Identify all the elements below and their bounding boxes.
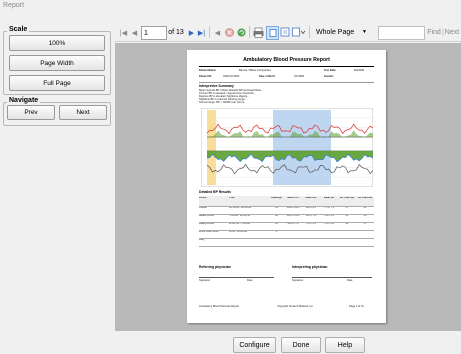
results-cell: 61	[345, 215, 349, 217]
find-input[interactable]	[378, 26, 425, 40]
test-date-value: 8/3/2008	[354, 69, 365, 72]
last-page-icon[interactable]: ▶|	[197, 27, 206, 38]
find-link[interactable]: Find	[427, 27, 441, 38]
sleep-region	[273, 110, 331, 185]
page-footer-copyright: Copyright Suntech Medical, Inc.	[277, 305, 314, 308]
zoom-select[interactable]: Whole Page ▼	[313, 25, 370, 39]
full-page-button[interactable]: Full Page	[9, 75, 105, 91]
results-header-cell: Mean SYS	[287, 197, 299, 199]
results-cell: Overall	[199, 207, 207, 209]
results-cell: 42	[275, 215, 278, 217]
results-cell: 4	[275, 231, 278, 233]
page-count-label: of 13	[168, 29, 184, 36]
results-cell: 71.0 / 5.8	[324, 223, 334, 225]
results-cell: 84.1 / 7.6	[306, 215, 316, 217]
results-cell: 12	[275, 223, 278, 225]
results-header-cell: BP Load Sys	[339, 197, 355, 199]
dob-label: Date of Birth:	[259, 75, 276, 78]
results-cell: 133.8 / 7.2	[287, 223, 299, 225]
results-header-cell: Mean DIA	[305, 197, 317, 199]
results-cell: 11:00 PM - 7:00 AM	[229, 223, 250, 225]
stop-icon[interactable]	[225, 27, 234, 38]
gender-label: Gender:	[324, 75, 334, 78]
chevron-down-icon: ▼	[362, 29, 367, 35]
find-next-link[interactable]: Next	[445, 27, 459, 38]
referring-signature-label: Signature	[199, 279, 211, 282]
print-layout-icon[interactable]	[266, 26, 279, 40]
results-table: Period Time Readings Mean SYS Mean DIA Mean H…	[199, 196, 374, 254]
page-footer-title: Ambulatory Blood Pressure Report	[199, 305, 240, 308]
report-toolbar: |◀ ◀ 1 of 13 ▶ ▶| ◀ Whole Page ▼ Find | …	[115, 23, 461, 42]
patient-name-value: Barnes, Wilkes Cornpachec	[239, 69, 272, 72]
help-button[interactable]: Help	[325, 337, 365, 353]
refresh-icon[interactable]	[237, 27, 246, 38]
results-cell: 79.2 / 6.5	[324, 215, 334, 217]
export-icon[interactable]	[292, 26, 306, 38]
interpretive-summary-heading: Interpretive Summary	[199, 84, 234, 88]
detailed-results-heading: Detailed BP Results	[199, 190, 231, 194]
dob-value: 4/2/1960	[294, 75, 305, 78]
results-cell: 54	[275, 207, 278, 209]
results-cell: 7:00 AM - 11:00 PM	[229, 215, 250, 217]
done-button[interactable]: Done	[281, 337, 321, 353]
patient-name-label: Patient Name:	[199, 69, 217, 72]
results-cell: 31	[363, 207, 367, 209]
zoom-100-button[interactable]: 100%	[9, 35, 105, 51]
test-date-label: Test Date:	[324, 69, 337, 72]
referring-physician-label: Referring physician	[199, 265, 231, 269]
window-title: Report	[3, 2, 25, 9]
results-cell: 10:00 - 11:00 AM	[229, 231, 248, 233]
prev-page-button[interactable]: Prev	[7, 105, 55, 120]
results-cell: 57	[345, 207, 349, 209]
results-cell: 139.6 / 82.9	[286, 207, 300, 209]
results-cell: White Coat Period	[199, 231, 219, 233]
results-cell: 141.2 / 80.4	[286, 215, 300, 217]
results-header-cell: Mean HR	[323, 197, 335, 199]
results-header-cell: Period	[199, 197, 207, 199]
next-page-button[interactable]: Next	[59, 105, 107, 120]
results-cell: 82.4 / 8.1	[306, 207, 316, 209]
results-row: Diary	[199, 238, 374, 247]
interpreting-date-label: Date	[347, 279, 353, 282]
previous-page-icon[interactable]: ◀	[131, 27, 138, 38]
results-header-cell: Time	[229, 197, 235, 199]
results-cell: 17	[363, 223, 367, 225]
results-cell: 36	[363, 215, 367, 217]
back-icon[interactable]: ◀	[213, 27, 222, 38]
next-page-icon[interactable]: ▶	[188, 27, 195, 38]
interpreting-physician-label: Interpreting physician	[292, 265, 328, 269]
page-footer-page-number: Page 1 of 13	[349, 305, 364, 308]
report-page: Ambulatory Blood Pressure Report Patient…	[187, 50, 386, 323]
patient-id-label: Patient ID:	[199, 75, 212, 78]
results-cell: Asleep Period	[199, 223, 214, 225]
results-cell: 77.4 / 7.1	[324, 207, 334, 209]
report-title: Ambulatory Blood Pressure Report	[243, 57, 330, 63]
first-page-icon[interactable]: |◀	[119, 27, 128, 38]
results-header-cell: BP Load Dia	[357, 197, 373, 199]
page-setup-icon[interactable]	[279, 26, 290, 38]
report-viewer[interactable]: Ambulatory Blood Pressure Report Patient…	[115, 43, 461, 331]
bp-chart	[201, 108, 373, 187]
results-header-cell: Readings	[271, 197, 282, 199]
results-cell: Diary	[199, 239, 205, 241]
page-number-input[interactable]: 1	[141, 26, 167, 40]
navigate-group-label: Navigate	[7, 97, 41, 104]
interpretive-line: Normal range: BP < 130/80 over 24 hrs.	[199, 101, 245, 104]
scale-group-label: Scale	[7, 26, 30, 33]
patient-id-value: 4000-00-0000	[223, 75, 240, 78]
results-cell: 42	[345, 223, 349, 225]
results-cell: Awake Period	[199, 215, 214, 217]
results-cell: 8/3 10:00 - 8/4 10:00	[229, 207, 252, 209]
results-cell: 76.5 / 6.1	[306, 223, 316, 225]
zoom-select-value: Whole Page	[316, 28, 355, 36]
white-coat-region	[207, 110, 216, 185]
print-icon[interactable]	[253, 26, 264, 38]
patient-info: Patient Name: Barnes, Wilkes Cornpachec …	[199, 69, 374, 81]
configure-button[interactable]: Configure	[233, 337, 276, 353]
referring-date-label: Date	[247, 279, 253, 282]
page-width-button[interactable]: Page Width	[9, 55, 105, 71]
interpreting-signature-label: Signature	[292, 279, 304, 282]
